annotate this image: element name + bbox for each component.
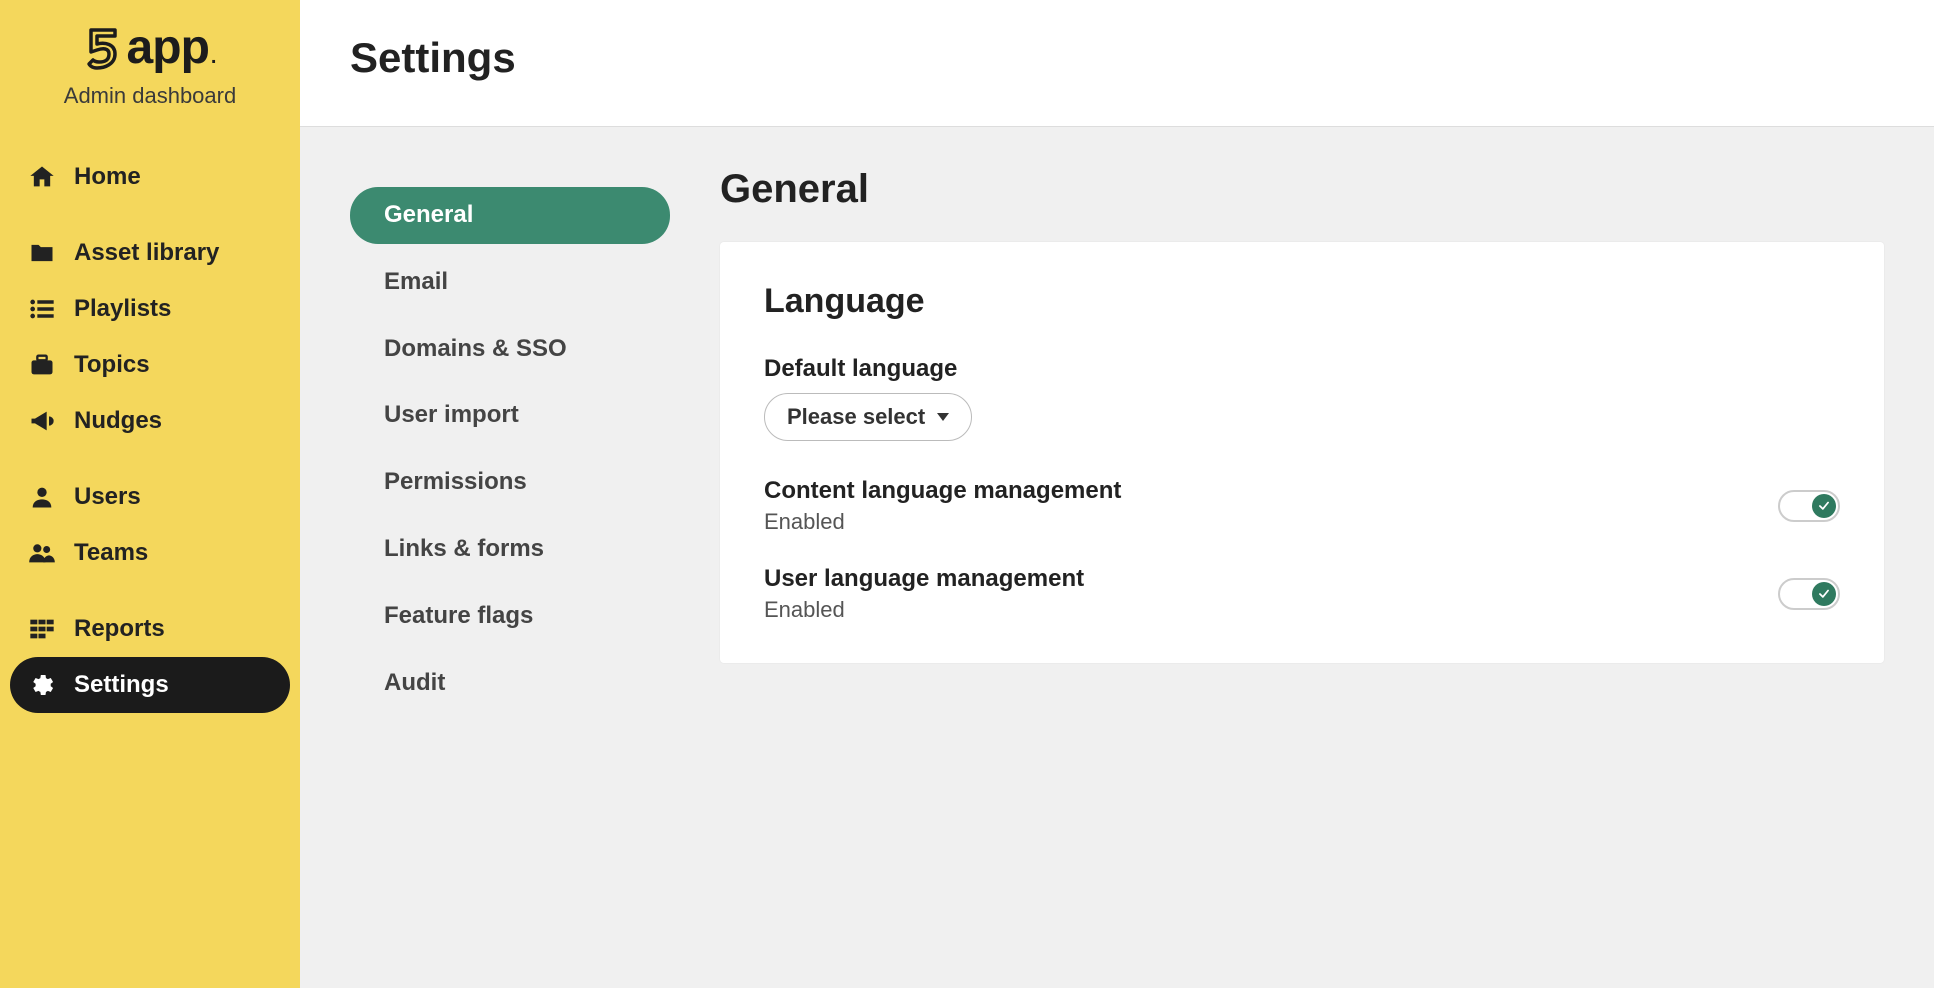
- user-language-label: User language management: [764, 565, 1084, 593]
- sidebar-item-users[interactable]: Users: [10, 469, 290, 525]
- subnav-item-general[interactable]: General: [350, 187, 670, 244]
- briefcase-icon: [28, 351, 56, 379]
- sidebar-item-asset-library[interactable]: Asset library: [10, 225, 290, 281]
- user-language-state: Enabled: [764, 597, 1084, 623]
- subnav-item-links-forms[interactable]: Links & forms: [350, 521, 670, 578]
- sidebar-item-teams[interactable]: Teams: [10, 525, 290, 581]
- content-language-label: Content language management: [764, 477, 1121, 505]
- user-language-row: User language management Enabled: [764, 565, 1840, 623]
- subnav-item-label: Audit: [384, 669, 445, 696]
- sidebar-item-nudges[interactable]: Nudges: [10, 393, 290, 449]
- subnav-item-label: Email: [384, 268, 448, 295]
- subnav-item-label: Feature flags: [384, 602, 533, 629]
- gear-icon: [28, 671, 56, 699]
- sidebar: app. Admin dashboard Home Asset library: [0, 0, 300, 988]
- default-language-field: Default language Please select: [764, 355, 1840, 441]
- home-icon: [28, 163, 56, 191]
- content-language-toggle[interactable]: [1778, 490, 1840, 522]
- subnav-item-feature-flags[interactable]: Feature flags: [350, 588, 670, 645]
- list-icon: [28, 295, 56, 323]
- content: General Email Domains & SSO User import …: [300, 127, 1934, 988]
- brand-subtitle: Admin dashboard: [20, 83, 280, 109]
- brand-logo: app.: [20, 20, 280, 75]
- sidebar-item-label: Home: [74, 163, 141, 191]
- grid-icon: [28, 615, 56, 643]
- sidebar-item-label: Teams: [74, 539, 148, 567]
- toggle-knob: [1812, 582, 1836, 606]
- panel: General Language Default language Please…: [720, 167, 1884, 948]
- subnav-item-label: General: [384, 201, 473, 228]
- subnav-item-email[interactable]: Email: [350, 254, 670, 311]
- subnav-item-user-import[interactable]: User import: [350, 387, 670, 444]
- sidebar-nav: Home Asset library Playlists Topics: [0, 139, 300, 743]
- user-language-toggle[interactable]: [1778, 578, 1840, 610]
- user-language-text: User language management Enabled: [764, 565, 1084, 623]
- users-icon: [28, 539, 56, 567]
- page-title: Settings: [350, 34, 1884, 82]
- sidebar-item-label: Reports: [74, 615, 165, 643]
- sidebar-item-label: Nudges: [74, 407, 162, 435]
- sidebar-item-topics[interactable]: Topics: [10, 337, 290, 393]
- subnav-item-label: Permissions: [384, 468, 527, 495]
- sidebar-item-settings[interactable]: Settings: [10, 657, 290, 713]
- default-language-select[interactable]: Please select: [764, 393, 972, 441]
- caret-down-icon: [937, 413, 949, 421]
- select-value: Please select: [787, 404, 925, 430]
- check-icon: [1817, 499, 1831, 513]
- sidebar-item-label: Users: [74, 483, 141, 511]
- card-title: Language: [764, 282, 1840, 321]
- folder-icon: [28, 239, 56, 267]
- content-language-row: Content language management Enabled: [764, 477, 1840, 535]
- sidebar-item-reports[interactable]: Reports: [10, 601, 290, 657]
- five-logo-icon: [85, 26, 125, 70]
- sidebar-item-label: Playlists: [74, 295, 171, 323]
- subnav-item-permissions[interactable]: Permissions: [350, 454, 670, 511]
- section-title: General: [720, 167, 1884, 212]
- subnav-item-label: Links & forms: [384, 535, 544, 562]
- subnav-item-label: Domains & SSO: [384, 335, 567, 362]
- sidebar-item-playlists[interactable]: Playlists: [10, 281, 290, 337]
- language-card: Language Default language Please select …: [720, 242, 1884, 663]
- check-icon: [1817, 587, 1831, 601]
- subnav-item-audit[interactable]: Audit: [350, 655, 670, 712]
- sidebar-item-label: Settings: [74, 671, 169, 699]
- content-language-text: Content language management Enabled: [764, 477, 1121, 535]
- subnav-item-domains-sso[interactable]: Domains & SSO: [350, 321, 670, 378]
- megaphone-icon: [28, 407, 56, 435]
- topbar: Settings: [300, 0, 1934, 127]
- main: Settings General Email Domains & SSO Use…: [300, 0, 1934, 988]
- sidebar-item-label: Topics: [74, 351, 150, 379]
- default-language-label: Default language: [764, 355, 1840, 383]
- subnav-item-label: User import: [384, 401, 519, 428]
- content-language-state: Enabled: [764, 509, 1121, 535]
- toggle-knob: [1812, 494, 1836, 518]
- settings-subnav: General Email Domains & SSO User import …: [350, 167, 670, 948]
- user-icon: [28, 483, 56, 511]
- sidebar-item-home[interactable]: Home: [10, 149, 290, 205]
- brand-block: app. Admin dashboard: [0, 20, 300, 139]
- sidebar-item-label: Asset library: [74, 239, 219, 267]
